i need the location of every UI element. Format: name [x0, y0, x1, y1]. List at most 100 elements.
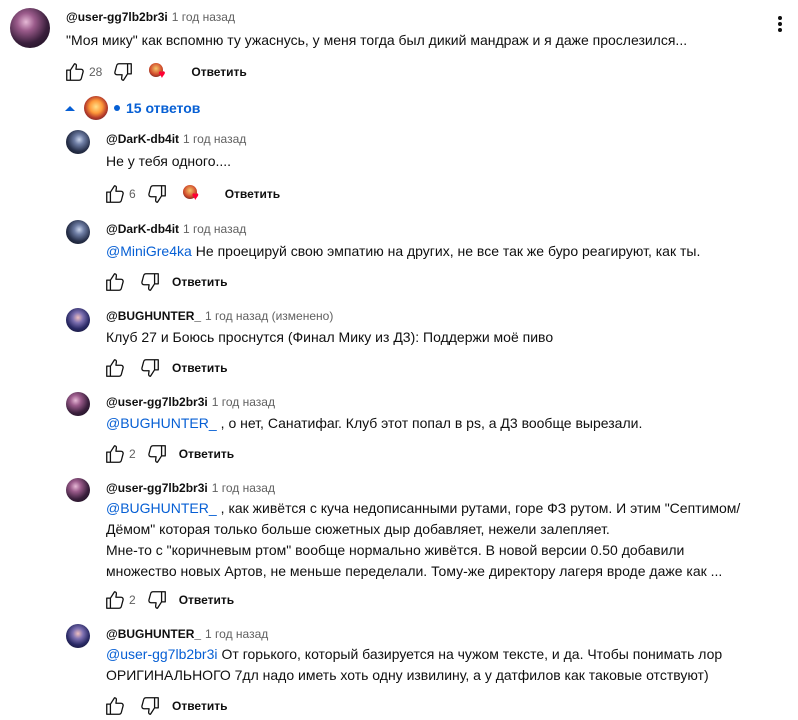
author-name[interactable]: @BUGHUNTER_ [106, 309, 201, 323]
comment-actions: 2 Ответить [103, 442, 244, 466]
like-button[interactable] [103, 182, 127, 206]
like-button[interactable] [63, 60, 87, 84]
comment-body-continued: Мне-то с "коричневым ртом" вообще нормал… [106, 542, 723, 579]
comment-body: , о нет, Санатифаг. Клуб этот попал в ps… [220, 415, 643, 431]
thumb-down-icon [146, 183, 168, 205]
dislike-button[interactable] [138, 356, 162, 380]
like-button[interactable] [103, 588, 127, 612]
reply-button[interactable]: Ответить [215, 187, 290, 201]
dislike-button[interactable] [138, 270, 162, 294]
comment-header: @user-gg7lb2br3i 1 год назад [106, 394, 275, 410]
thumb-up-icon [104, 271, 126, 293]
author-name[interactable]: @BUGHUNTER_ [106, 627, 201, 641]
top-comment: @user-gg7lb2br3i 1 год назад "Моя мику" к… [0, 0, 798, 96]
comment-actions: 6 ♥ Ответить [103, 182, 290, 206]
thumb-down-icon [139, 695, 161, 717]
like-count: 6 [129, 187, 136, 201]
author-name[interactable]: @user-gg7lb2br3i [66, 10, 168, 24]
vertical-dots-icon[interactable] [770, 14, 790, 38]
avatar[interactable] [10, 8, 50, 48]
avatar[interactable] [66, 130, 90, 154]
author-name[interactable]: @user-gg7lb2br3i [106, 481, 208, 495]
avatar[interactable] [66, 478, 90, 502]
timestamp[interactable]: 1 год назад [212, 481, 275, 495]
mention-link[interactable]: @BUGHUNTER_ [106, 415, 217, 431]
avatar[interactable] [66, 392, 90, 416]
timestamp[interactable]: 1 год назад [183, 132, 246, 146]
creator-heart-badge: ♥ [182, 185, 205, 203]
comment-header: @user-gg7lb2br3i 1 год назад [106, 480, 275, 496]
like-count: 28 [89, 65, 103, 79]
author-name[interactable]: @DarK-db4it [106, 222, 179, 236]
comment-actions: 28 ♥ Ответить [63, 60, 257, 84]
dislike-button[interactable] [145, 588, 169, 612]
creator-dot [114, 105, 120, 111]
reply-comment: @DarK-db4it 1 год назад @MiniGre4ka Не про… [0, 218, 798, 298]
comment-body: Клуб 27 и Боюсь проснутся (Финал Мику из… [106, 329, 554, 345]
comment-text: @MiniGre4ka Не проецируй свою эмпатию на … [106, 241, 766, 262]
replies-toggle[interactable]: 15 ответов [62, 96, 200, 120]
comment-header: @user-gg7lb2br3i 1 год назад [66, 9, 235, 25]
reply-button[interactable]: Ответить [181, 65, 256, 79]
avatar[interactable] [66, 308, 90, 332]
comment-text: Клуб 27 и Боюсь проснутся (Финал Мику из… [106, 327, 766, 348]
comment-actions: Ответить [103, 356, 237, 380]
author-name[interactable]: @DarK-db4it [106, 132, 179, 146]
comment-body: Не проецируй свою эмпатию на других, не … [195, 243, 701, 259]
comment-text: "Моя мику" как вспомню ту ужаснусь, у ме… [66, 32, 688, 48]
thumb-up-icon [104, 183, 126, 205]
mention-link[interactable]: @user-gg7lb2br3i [106, 646, 218, 662]
like-button[interactable] [103, 270, 127, 294]
like-button[interactable] [103, 442, 127, 466]
comment-body: Не у тебя одного.... [106, 153, 232, 169]
like-button[interactable] [103, 356, 127, 380]
comment-actions: 2 Ответить [103, 588, 244, 612]
dislike-button[interactable] [145, 442, 169, 466]
dislike-button[interactable] [111, 60, 135, 84]
thumb-down-icon [139, 271, 161, 293]
mention-link[interactable]: @BUGHUNTER_ [106, 500, 217, 516]
timestamp[interactable]: 1 год назад [172, 10, 235, 24]
reply-button[interactable]: Ответить [162, 699, 237, 713]
comment-actions: Ответить [103, 270, 237, 294]
avatar[interactable] [66, 624, 90, 648]
timestamp[interactable]: 1 год назад [205, 627, 268, 641]
reply-button[interactable]: Ответить [162, 275, 237, 289]
mention-link[interactable]: @MiniGre4ka [106, 243, 192, 259]
creator-avatar [84, 96, 108, 120]
comment-header: @DarK-db4it 1 год назад [106, 221, 246, 237]
comment-header: @BUGHUNTER_ 1 год назад (изменено) [106, 308, 333, 324]
author-name[interactable]: @user-gg7lb2br3i [106, 395, 208, 409]
like-count: 2 [129, 593, 136, 607]
thumb-down-icon [139, 357, 161, 379]
heart-icon: ♥ [191, 189, 199, 203]
comment-header: @BUGHUNTER_ 1 год назад [106, 626, 268, 642]
comment-text: @BUGHUNTER_, о нет, Санатифаг. Клуб этот… [106, 413, 766, 434]
comment-text: @BUGHUNTER_, как живётся с куча недописа… [106, 498, 756, 582]
reply-comment: @user-gg7lb2br3i 1 год назад @BUGHUNTER_,… [0, 476, 798, 616]
thumb-up-icon [104, 443, 126, 465]
thumb-up-icon [104, 357, 126, 379]
timestamp[interactable]: 1 год назад [183, 222, 246, 236]
like-button[interactable] [103, 694, 127, 718]
reply-comment: @BUGHUNTER_ 1 год назад (изменено) Клуб 2… [0, 306, 798, 386]
reply-button[interactable]: Ответить [169, 447, 244, 461]
timestamp[interactable]: 1 год назад [212, 395, 275, 409]
comment-text: Не у тебя одного.... [106, 151, 766, 172]
thumb-down-icon [146, 589, 168, 611]
comment-actions: Ответить [103, 694, 237, 718]
avatar[interactable] [66, 220, 90, 244]
thumb-down-icon [112, 61, 134, 83]
reply-button[interactable]: Ответить [162, 361, 237, 375]
thumb-up-icon [64, 61, 86, 83]
timestamp[interactable]: 1 год назад (изменено) [205, 309, 333, 323]
thumb-down-icon [146, 443, 168, 465]
heart-icon: ♥ [158, 67, 166, 81]
dislike-button[interactable] [145, 182, 169, 206]
reply-button[interactable]: Ответить [169, 593, 244, 607]
dislike-button[interactable] [138, 694, 162, 718]
chevron-up-icon [65, 106, 75, 111]
reply-comment: @DarK-db4it 1 год назад Не у тебя одного.… [0, 128, 798, 208]
reply-comment: @BUGHUNTER_ 1 год назад @user-gg7lb2br3i О… [0, 622, 798, 720]
creator-heart-badge: ♥ [149, 63, 171, 81]
